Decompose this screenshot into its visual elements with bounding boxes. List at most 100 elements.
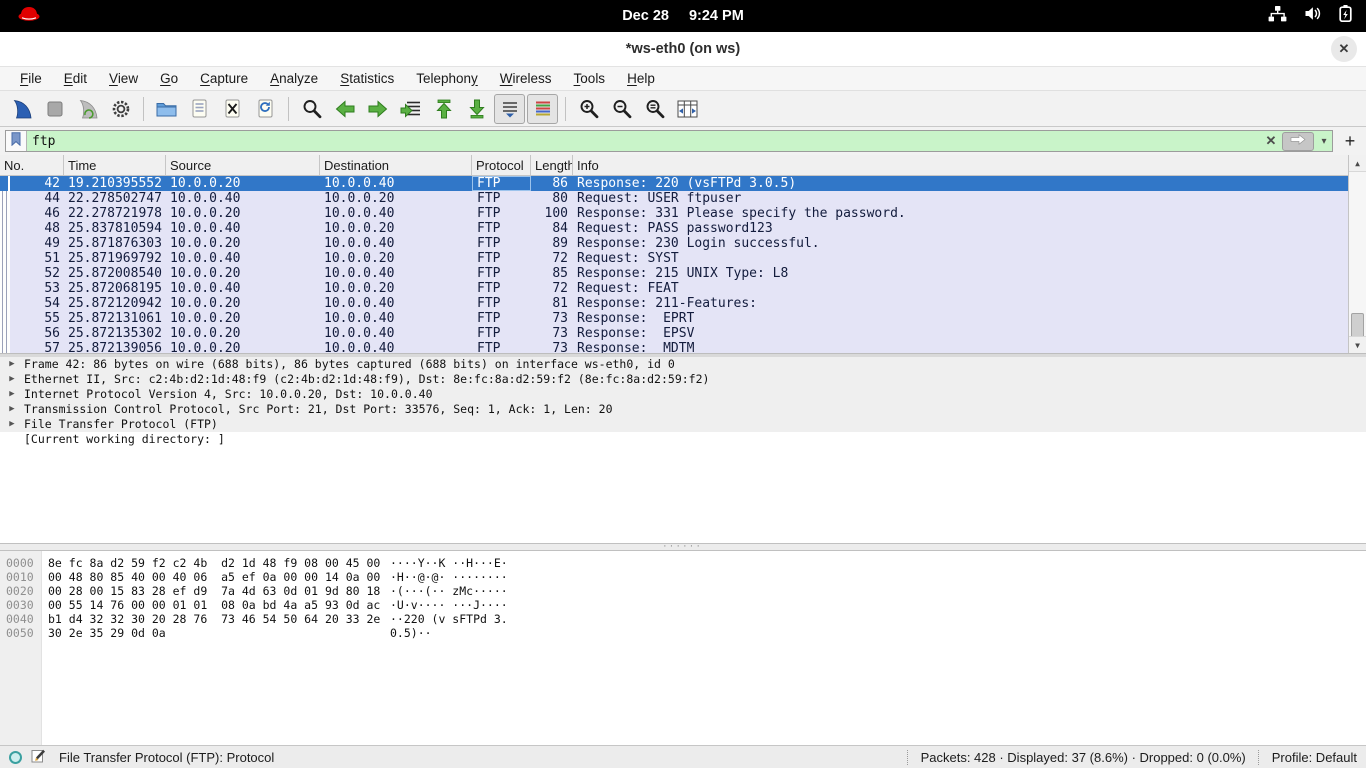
detail-row[interactable]: ▶File Transfer Protocol (FTP) [0,417,1366,432]
detail-row[interactable]: ▶Frame 42: 86 bytes on wire (688 bits), … [0,357,1366,372]
reload-capture-file-button[interactable] [250,94,281,124]
column-header-destination[interactable]: Destination [320,155,472,175]
menu-analyze[interactable]: Analyze [259,69,329,89]
volume-icon [1304,6,1322,26]
scrollbar-up-arrow[interactable]: ▲ [1349,155,1366,172]
open-capture-file-button[interactable] [151,94,182,124]
column-header-no[interactable]: No. [0,155,64,175]
go-forward-button[interactable] [362,94,393,124]
expander-icon[interactable]: ▶ [0,372,24,387]
hex-ascii: ·H··@·@· ········ [390,570,508,584]
save-capture-file-button[interactable] [184,94,215,124]
zoom-in-button[interactable] [573,94,604,124]
detail-row[interactable]: ▶Transmission Control Protocol, Src Port… [0,402,1366,417]
filter-clear-button[interactable]: ✕ [1260,133,1282,149]
packet-row-44[interactable]: 4422.27850274710.0.0.4010.0.0.20FTP80Req… [0,191,1348,206]
hex-bytes: 30 2e 35 29 0d 0a [48,626,166,640]
profile-label[interactable]: Profile: Default [1272,750,1357,765]
menu-capture[interactable]: Capture [189,69,259,89]
packet-list-header: No.TimeSourceDestinationProtocolLengthIn… [0,155,1348,176]
menu-tools[interactable]: Tools [563,69,617,89]
cell-time: 22.278721978 [64,206,166,221]
capture-options-button[interactable] [105,94,136,124]
packet-row-56[interactable]: 5625.87213530210.0.0.2010.0.0.40FTP73Res… [0,326,1348,341]
cell-destination: 10.0.0.40 [320,236,472,251]
packet-row-57[interactable]: 5725.87213905610.0.0.2010.0.0.40FTP73Res… [0,341,1348,353]
column-header-protocol[interactable]: Protocol [472,155,531,175]
column-header-info[interactable]: Info [573,155,1348,175]
scrollbar-thumb[interactable] [1351,313,1364,338]
packet-row-55[interactable]: 5525.87213106110.0.0.2010.0.0.40FTP73Res… [0,311,1348,326]
menu-file[interactable]: File [9,69,53,89]
packet-row-42[interactable]: 4219.21039555210.0.0.2010.0.0.40FTP86Res… [0,176,1348,191]
filter-dropdown-caret[interactable]: ▾ [1316,136,1332,147]
hex-ascii: ····Y··K ··H···E· [390,556,508,570]
expander-icon[interactable]: ▶ [0,357,24,372]
display-filter-field[interactable]: ✕ ▾ [5,130,1333,152]
detail-row[interactable]: ▶Internet Protocol Version 4, Src: 10.0.… [0,387,1366,402]
column-header-source[interactable]: Source [166,155,320,175]
auto-scroll-button[interactable] [494,94,525,124]
cell-source: 10.0.0.40 [166,251,320,266]
go-first-packet-button[interactable] [428,94,459,124]
colorize-packets-button[interactable] [527,94,558,124]
cell-protocol: FTP [472,341,531,353]
close-capture-file-button[interactable] [217,94,248,124]
start-capture-button[interactable] [6,94,37,124]
filter-apply-button[interactable] [1282,132,1314,151]
filter-bookmark-button[interactable] [6,131,27,151]
filter-add-button[interactable]: + [1339,130,1361,152]
scrollbar-down-arrow[interactable]: ▼ [1349,336,1366,353]
packet-row-48[interactable]: 4825.83781059410.0.0.4010.0.0.20FTP84Req… [0,221,1348,236]
expert-info-icon[interactable] [9,751,22,764]
window-titlebar[interactable]: *ws-eth0 (on ws) ✕ [0,32,1366,67]
cell-source: 10.0.0.20 [166,206,320,221]
detail-row[interactable]: [Current working directory: ] [0,432,1366,447]
restart-capture-button[interactable] [72,94,103,124]
find-packet-button[interactable] [296,94,327,124]
column-header-time[interactable]: Time [64,155,166,175]
activities-button[interactable] [16,4,42,29]
resize-columns-button[interactable] [672,94,703,124]
expander-icon[interactable]: ▶ [0,387,24,402]
zoom-out-button[interactable] [606,94,637,124]
packet-row-51[interactable]: 5125.87196979210.0.0.4010.0.0.20FTP72Req… [0,251,1348,266]
menu-view[interactable]: View [98,69,149,89]
capture-comment-icon[interactable] [31,748,46,766]
detail-row[interactable]: ▶Ethernet II, Src: c2:4b:d2:1d:48:f9 (c2… [0,372,1366,387]
hex-row[interactable]: 005030 2e 35 29 0d 0a0.5)·· [0,626,1366,640]
hex-row[interactable]: 003000 55 14 76 00 00 01 01 08 0a bd 4a … [0,598,1366,612]
pane-splitter-bottom[interactable]: ······ [0,543,1366,551]
close-button[interactable]: ✕ [1331,36,1357,62]
packet-row-54[interactable]: 5425.87212094210.0.0.2010.0.0.40FTP81Res… [0,296,1348,311]
packet-row-53[interactable]: 5325.87206819510.0.0.4010.0.0.20FTP72Req… [0,281,1348,296]
hex-row[interactable]: 001000 48 80 85 40 00 40 06 a5 ef 0a 00 … [0,570,1366,584]
main-toolbar [0,90,1366,127]
menu-edit[interactable]: Edit [53,69,98,89]
clock[interactable]: Dec 28 9:24 PM [622,0,744,32]
menu-help[interactable]: Help [616,69,666,89]
cell-source: 10.0.0.20 [166,236,320,251]
go-to-packet-button[interactable] [395,94,426,124]
hex-row[interactable]: 0040b1 d4 32 32 30 20 28 76 73 46 54 50 … [0,612,1366,626]
hex-row[interactable]: 002000 28 00 15 83 28 ef d9 7a 4d 63 0d … [0,584,1366,598]
display-filter-input[interactable] [27,134,1260,149]
packet-row-46[interactable]: 4622.27872197810.0.0.2010.0.0.40FTP100Re… [0,206,1348,221]
packet-list-scrollbar[interactable]: ▲ ▼ [1348,155,1366,353]
hex-row[interactable]: 00008e fc 8a d2 59 f2 c2 4b d2 1d 48 f9 … [0,556,1366,570]
packet-row-49[interactable]: 4925.87187630310.0.0.2010.0.0.40FTP89Res… [0,236,1348,251]
stop-capture-button[interactable] [39,94,70,124]
menu-go[interactable]: Go [149,69,189,89]
column-header-length[interactable]: Length [531,155,573,175]
expander-icon[interactable]: ▶ [0,417,24,432]
packet-row-52[interactable]: 5225.87200854010.0.0.2010.0.0.40FTP85Res… [0,266,1348,281]
menu-telephony[interactable]: Telephony [405,69,489,89]
expander-icon[interactable]: ▶ [0,402,24,417]
hex-ascii: 0.5)·· [390,626,432,640]
go-last-packet-button[interactable] [461,94,492,124]
menu-wireless[interactable]: Wireless [489,69,563,89]
menu-statistics[interactable]: Statistics [329,69,405,89]
go-back-button[interactable] [329,94,360,124]
zoom-original-button[interactable] [639,94,670,124]
system-status-area[interactable] [1268,0,1352,32]
